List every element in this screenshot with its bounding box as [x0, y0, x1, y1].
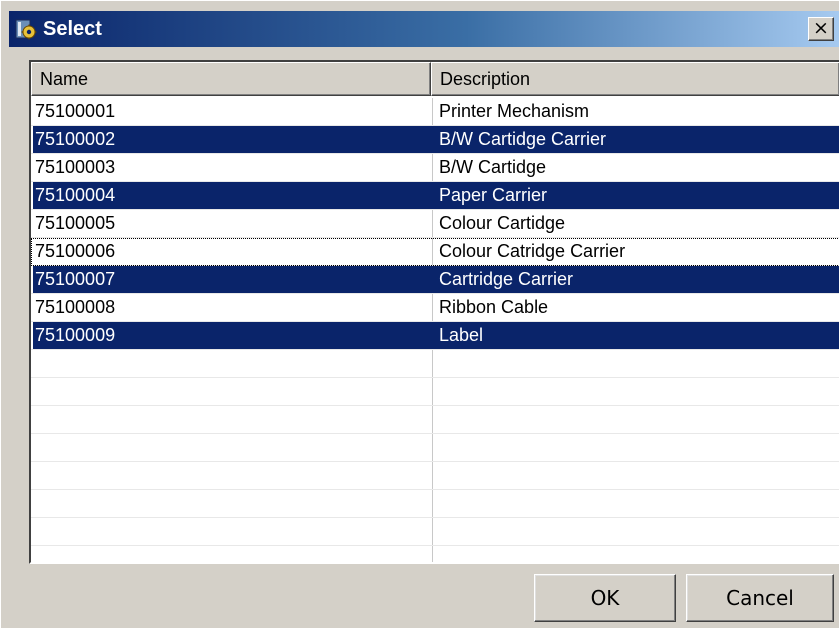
ok-button[interactable]: OK — [534, 574, 676, 622]
column-header-name[interactable]: Name — [31, 62, 431, 96]
list-row[interactable]: 75100006 Colour Catridge Carrier — [31, 238, 839, 266]
list-header: Name Description — [31, 62, 839, 96]
row-description-cell: Colour Cartidge — [439, 213, 566, 233]
empty-list-row — [31, 434, 839, 462]
empty-list-row — [31, 462, 839, 490]
row-name-cell: 75100007 — [33, 266, 431, 293]
row-name-cell: 75100006 — [35, 241, 116, 261]
window-title: Select — [43, 18, 102, 40]
list-row[interactable]: 75100004 Paper Carrier — [31, 182, 839, 210]
title-bar[interactable]: Select × — [9, 11, 839, 47]
list-row[interactable]: 75100001 Printer Mechanism — [31, 98, 839, 126]
row-name-cell: 75100001 — [35, 101, 116, 121]
column-header-description[interactable]: Description — [431, 62, 839, 96]
row-description-cell: Printer Mechanism — [439, 101, 590, 121]
row-name-cell: 75100003 — [35, 157, 116, 177]
list-row[interactable]: 75100002 B/W Cartidge Carrier — [31, 126, 839, 154]
row-description-cell: B/W Cartidge Carrier — [431, 126, 839, 153]
list-rows: 75100001 Printer Mechanism 75100002 B/W Car… — [31, 98, 839, 546]
list-row[interactable]: 75100008 Ribbon Cable — [31, 294, 839, 322]
row-description-cell: Cartridge Carrier — [431, 266, 839, 293]
row-description-cell: Label — [431, 322, 839, 349]
row-description-cell: Paper Carrier — [431, 182, 839, 209]
empty-list-row — [31, 518, 839, 546]
items-listview[interactable]: Name Description 75100001 Printer Mechani… — [29, 60, 839, 564]
empty-list-row — [31, 378, 839, 406]
empty-list-row — [31, 490, 839, 518]
empty-list-row — [31, 350, 839, 378]
row-name-cell: 75100004 — [33, 182, 431, 209]
cancel-button[interactable]: Cancel — [686, 574, 834, 622]
row-name-cell: 75100005 — [35, 213, 116, 233]
close-icon: × — [813, 17, 829, 39]
row-description-cell: Ribbon Cable — [439, 297, 549, 317]
list-row[interactable]: 75100009 Label — [31, 322, 839, 350]
select-dialog: Select × Name Description 75100001 Printe… — [0, 0, 839, 628]
row-name-cell: 75100009 — [33, 322, 431, 349]
close-button[interactable]: × — [808, 17, 834, 41]
row-description-cell: B/W Cartidge — [439, 157, 547, 177]
list-row[interactable]: 75100003 B/W Cartidge — [31, 154, 839, 182]
row-name-cell: 75100008 — [35, 297, 116, 317]
list-row[interactable]: 75100007 Cartridge Carrier — [31, 266, 839, 294]
empty-list-row — [31, 406, 839, 434]
row-description-cell: Colour Catridge Carrier — [439, 241, 626, 261]
list-row[interactable]: 75100005 Colour Cartidge — [31, 210, 839, 238]
row-name-cell: 75100002 — [33, 126, 431, 153]
app-gear-icon — [15, 18, 37, 40]
